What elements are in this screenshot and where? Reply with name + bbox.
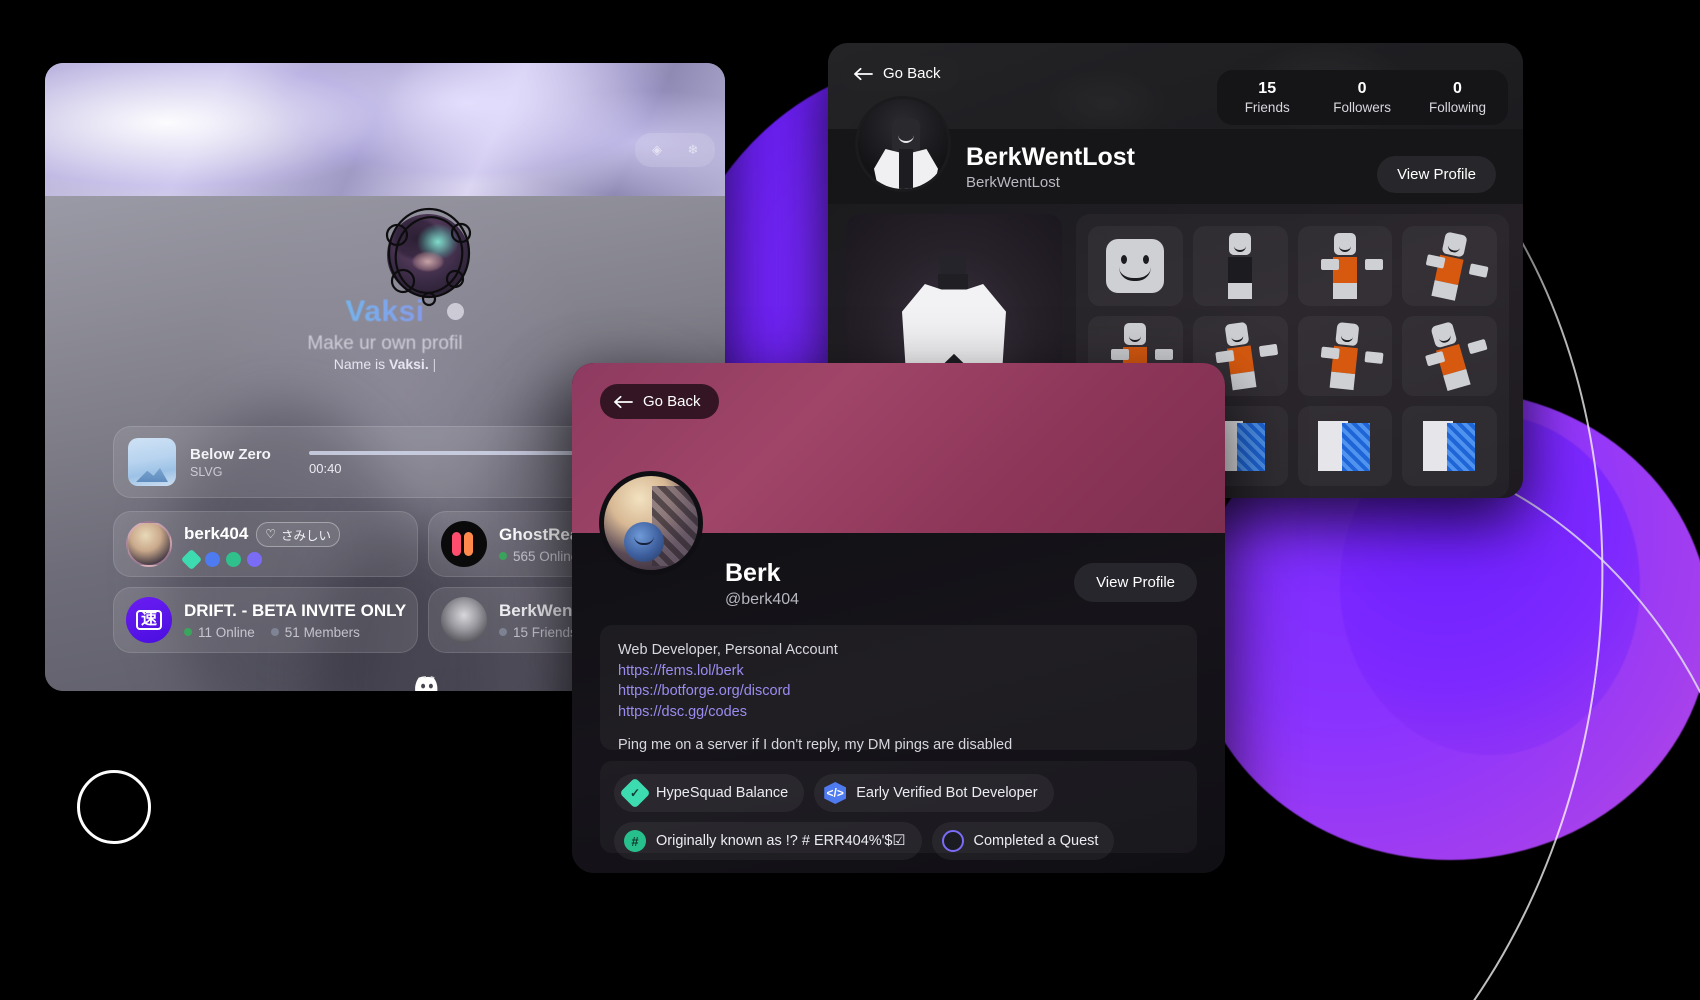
connection-name: berk404 xyxy=(184,524,249,543)
avatar xyxy=(126,521,172,567)
connection-card-discord-user[interactable]: berk404 ♡ さみしい xyxy=(113,511,418,577)
bio-note: Ping me on a server if I don't reply, my… xyxy=(618,736,1013,753)
roblox-username: BerkWentLost xyxy=(966,174,1060,191)
discord-go-back-label: Go Back xyxy=(643,393,701,410)
album-art xyxy=(128,438,176,486)
discord-go-back-button[interactable]: Go Back xyxy=(600,384,719,419)
roblox-go-back-button[interactable]: Go Back xyxy=(840,56,959,91)
stat-label: Following xyxy=(1428,100,1486,116)
vaksi-corner-icon-group[interactable]: ◈ ❄ xyxy=(635,133,715,167)
status-text: さみしい xyxy=(281,528,332,543)
roblox-stats-bar: 15 Friends 0 Followers 0 Following xyxy=(1217,70,1508,126)
stat-value: 0 xyxy=(1453,80,1462,97)
roblox-display-name: BerkWentLost xyxy=(966,143,1136,171)
badge-hypesquad-balance[interactable]: ✓ HypeSquad Balance xyxy=(614,774,805,812)
bio-link-1[interactable]: https://fems.lol/berk xyxy=(618,661,1179,682)
vaksi-bio-caret: | xyxy=(432,356,437,372)
hypesquad-badge-icon xyxy=(180,548,203,570)
quest-icon xyxy=(941,830,964,852)
arrow-left-icon xyxy=(614,395,633,408)
stat-label: Friends xyxy=(1244,100,1290,116)
discord-badge-list: ✓ HypeSquad Balance </> Early Verified B… xyxy=(600,761,1197,860)
known-as-badge-icon xyxy=(226,551,241,567)
vaksi-bio-name: Vaksi. xyxy=(389,356,429,372)
online-count: 565 Online xyxy=(499,549,578,564)
discord-avatar[interactable] xyxy=(599,471,703,575)
stat-value: 0 xyxy=(1357,80,1367,97)
bio-line-1: Web Developer, Personal Account xyxy=(618,642,838,658)
inventory-item-noob-orange-2[interactable] xyxy=(1402,226,1497,306)
inventory-item-noob-orange-1[interactable] xyxy=(1297,226,1393,306)
inventory-item-classic-face[interactable] xyxy=(1088,226,1183,306)
background-ring-circle xyxy=(77,770,151,844)
discord-view-profile-button[interactable]: View Profile xyxy=(1074,563,1197,602)
music-title: Below Zero xyxy=(190,445,271,463)
inventory-item-noob-orange-6[interactable] xyxy=(1402,316,1497,396)
stat-following: 0 Following xyxy=(1429,80,1486,115)
inventory-item-gift-3[interactable] xyxy=(1402,406,1497,486)
connection-name: DRIFT. - BETA INVITE ONLY xyxy=(184,600,407,620)
vaksi-display-name: Vaksi xyxy=(45,295,725,329)
stat-label: Followers xyxy=(1333,100,1391,116)
badge-label: Originally known as !? # ERR404%'$☑ xyxy=(656,833,906,849)
friends-count: 15 Friends xyxy=(499,625,577,640)
badge-label: Completed a Quest xyxy=(973,833,1099,849)
badge-label: Early Verified Bot Developer xyxy=(856,785,1038,801)
vaksi-bio-prefix: Name is xyxy=(333,356,389,372)
roblox-go-back-label: Go Back xyxy=(883,65,941,82)
roblox-view-profile-button[interactable]: View Profile xyxy=(1377,156,1496,193)
vaksi-banner-image xyxy=(45,63,725,196)
inventory-item-gift-2[interactable] xyxy=(1297,406,1393,486)
screenshot-stage: ◈ ❄ Vaksi Make ur own profil Name is Vak… xyxy=(0,0,1700,1000)
badge-completed-a-quest[interactable]: Completed a Quest xyxy=(931,822,1115,860)
bot-developer-badge-icon xyxy=(205,551,220,567)
arrow-left-icon xyxy=(854,67,873,80)
badge-label: HypeSquad Balance xyxy=(656,785,789,801)
roblox-avatar-icon xyxy=(441,597,487,643)
snowflake-icon[interactable]: ❄ xyxy=(675,139,711,161)
white-heart-icon: ♡ xyxy=(265,527,277,541)
bot-developer-icon: </> xyxy=(824,782,847,804)
discord-display-name: Berk xyxy=(725,559,781,587)
badge-early-verified-bot-developer[interactable]: </> Early Verified Bot Developer xyxy=(814,774,1054,812)
online-count: 11 Online xyxy=(184,625,255,640)
known-as-icon: # xyxy=(624,830,646,852)
vaksi-tagline: Make ur own profil xyxy=(307,333,463,354)
discord-handle: @berk404 xyxy=(725,591,800,608)
status-badge: ♡ さみしい xyxy=(256,521,341,547)
server-icon: 速 xyxy=(126,597,172,643)
stat-followers: 0 Followers xyxy=(1333,80,1391,115)
bio-link-3[interactable]: https://dsc.gg/codes xyxy=(618,702,1179,723)
discord-bio-box: Web Developer, Personal Account https://… xyxy=(600,625,1197,753)
vaksi-avatar[interactable] xyxy=(387,214,469,296)
roblox-avatar[interactable] xyxy=(855,96,951,192)
music-artist: SLVG xyxy=(190,464,223,479)
verified-check-icon xyxy=(447,303,464,320)
connection-badge-row xyxy=(180,548,405,570)
server-icon xyxy=(441,521,487,567)
inventory-item-noob-black[interactable] xyxy=(1192,226,1288,306)
badge-originally-known-as[interactable]: # Originally known as !? # ERR404%'$☑ xyxy=(614,822,922,860)
connection-card-drift[interactable]: 速 DRIFT. - BETA INVITE ONLY 11 Online 51… xyxy=(113,587,418,653)
hypesquad-balance-icon: ✓ xyxy=(619,777,651,809)
gem-icon[interactable]: ◈ xyxy=(639,139,675,161)
discord-profile-panel: Go Back Berk @berk404 View Profile Web D… xyxy=(572,363,1225,873)
stat-value: 15 xyxy=(1258,80,1277,97)
member-count: 51 Members xyxy=(270,625,360,640)
music-metadata: Below Zero SLVG xyxy=(190,446,295,479)
inventory-item-noob-orange-5[interactable] xyxy=(1297,316,1393,396)
quest-badge-icon xyxy=(247,551,262,567)
stat-friends: 15 Friends xyxy=(1239,80,1295,115)
discord-logo-icon xyxy=(415,676,438,691)
bio-link-2[interactable]: https://botforge.org/discord xyxy=(618,681,1179,702)
